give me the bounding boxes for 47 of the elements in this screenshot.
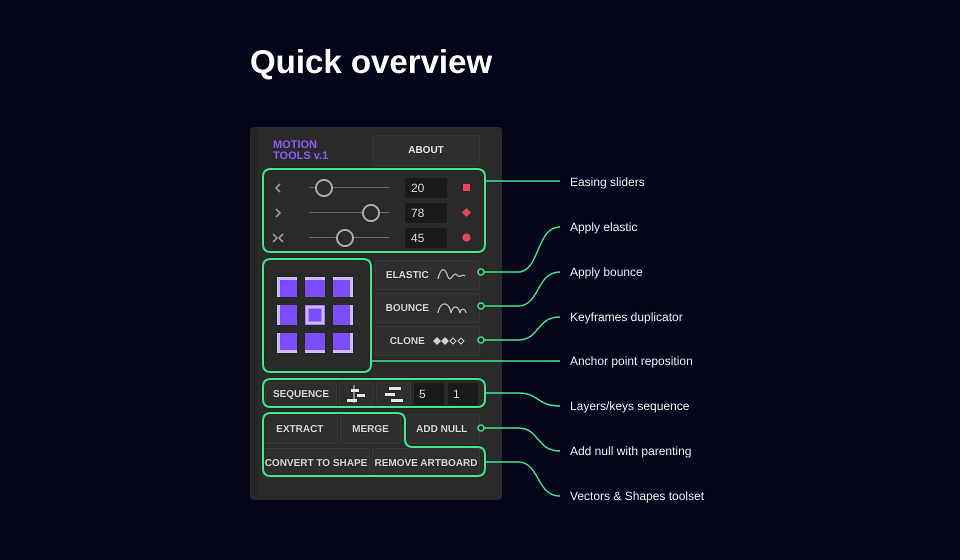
effect-button[interactable]: BOUNCE [374, 293, 480, 323]
tool-button[interactable]: REMOVE ARTBOARD [372, 448, 480, 478]
anchor-point-button[interactable] [333, 277, 353, 297]
slider[interactable] [309, 228, 389, 246]
slider[interactable] [309, 178, 389, 196]
keyframes-icon [432, 337, 465, 345]
layers-button[interactable] [376, 382, 411, 406]
annotation-label: Easing sliders [570, 174, 645, 190]
page-heading: Quick overview [250, 42, 494, 82]
tool-button[interactable]: MERGE [340, 414, 402, 444]
slider-thumb[interactable] [336, 228, 354, 246]
anchor-point-button[interactable] [277, 333, 297, 353]
sequence-button[interactable]: SEQUENCE [265, 382, 337, 406]
anchor-point-button[interactable] [305, 277, 325, 297]
bounce-curve-icon [436, 302, 469, 314]
annotation-label: Vectors & Shapes toolset [570, 488, 704, 504]
annotation-label: Add null with parenting [570, 443, 692, 459]
anchor-point-button[interactable] [305, 333, 325, 353]
about-button[interactable]: ABOUT [372, 135, 480, 166]
value-field[interactable]: 20 [405, 178, 447, 198]
panel-title: MOTION TOOLS v.1 [272, 140, 328, 162]
slider-thumb[interactable] [315, 178, 334, 196]
anchor-point-button[interactable] [333, 305, 353, 325]
slider-thumb[interactable] [362, 204, 380, 222]
tool-button[interactable]: EXTRACT [262, 414, 338, 444]
anchor-point-button[interactable] [277, 305, 297, 325]
slider[interactable] [309, 204, 389, 222]
tool-button[interactable]: ADD NULL [403, 414, 480, 444]
value-field[interactable]: 45 [405, 228, 447, 248]
layers-button[interactable] [339, 382, 374, 406]
anchor-point-button[interactable] [277, 277, 297, 297]
anchor-point-button[interactable] [305, 305, 325, 325]
number-field[interactable]: 5 [414, 383, 444, 405]
annotation-label: Apply elastic [570, 219, 638, 235]
value-field[interactable]: 78 [405, 202, 447, 222]
effect-button[interactable]: CLONE [374, 326, 480, 356]
annotation-label: Layers/keys sequence [570, 398, 690, 414]
effect-button[interactable]: ELASTIC [374, 260, 480, 290]
annotation-label: Anchor point reposition [570, 353, 693, 369]
tool-button[interactable]: CONVERT TO SHAPE [262, 448, 370, 478]
anchor-point-button[interactable] [333, 333, 353, 353]
number-field[interactable]: 1 [448, 383, 478, 405]
chevron-icon [272, 232, 284, 244]
annotation-label: Apply bounce [570, 264, 643, 280]
bars-icon [346, 385, 366, 403]
bars-icon [384, 385, 404, 403]
annotation-label: Keyframes duplicator [570, 309, 683, 325]
